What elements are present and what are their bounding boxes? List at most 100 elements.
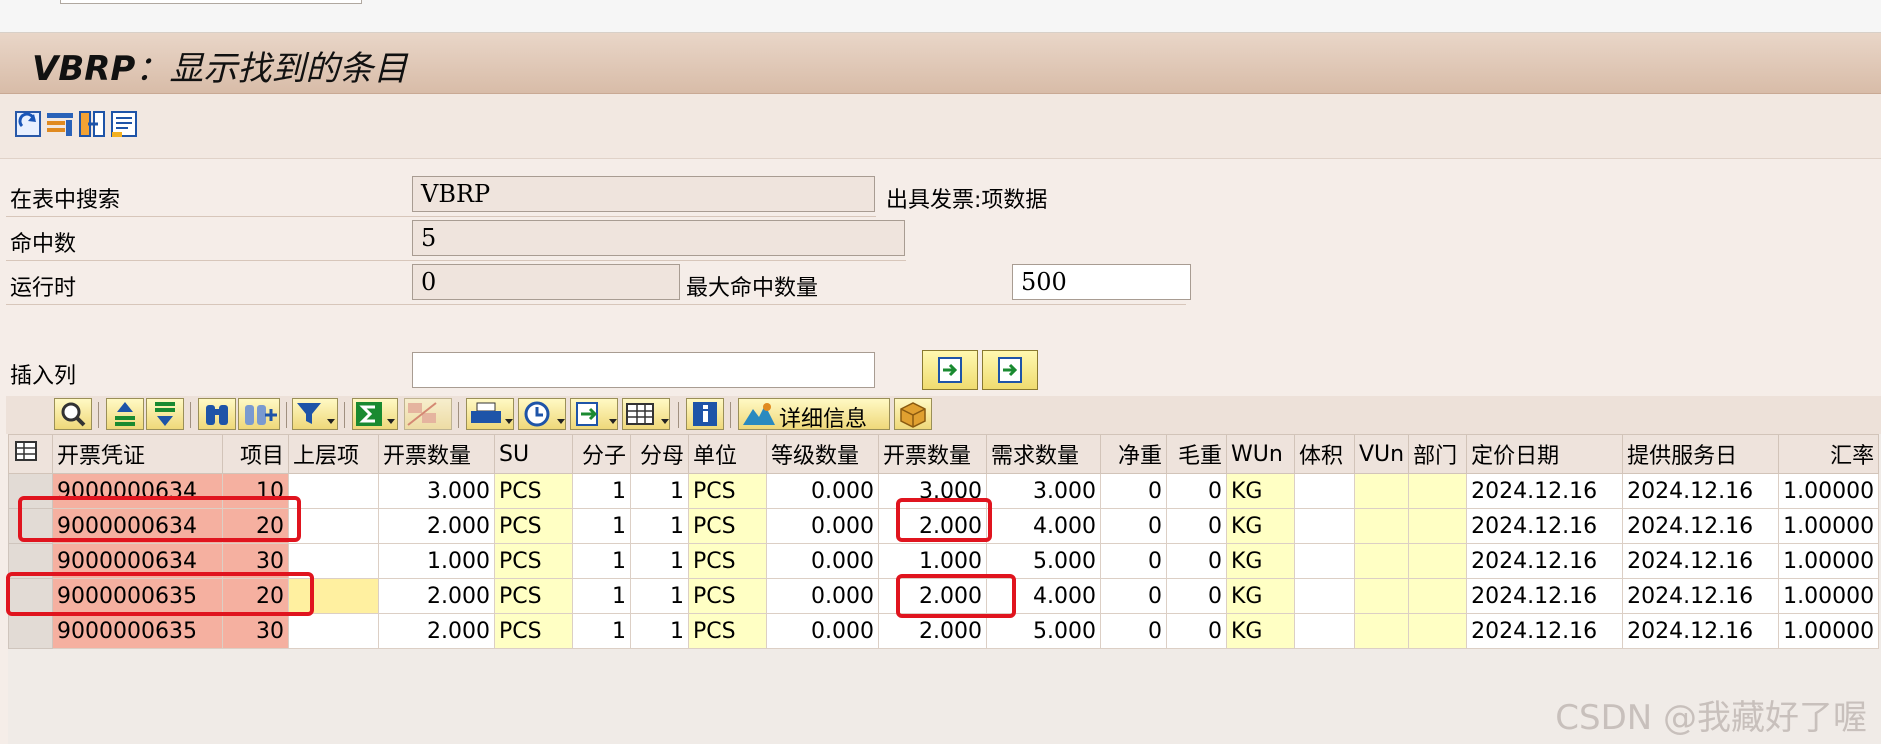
table-cell[interactable] (288, 613, 379, 649)
table-cell[interactable]: KG (1226, 473, 1295, 509)
table-cell[interactable]: 2024.12.16 (1466, 613, 1624, 649)
column-header[interactable]: 提供服务日 (1622, 434, 1780, 474)
table-cell[interactable] (1353, 578, 1410, 614)
search-table-field[interactable]: VBRP (412, 176, 875, 212)
table-cell[interactable]: KG (1226, 578, 1295, 614)
table-cell[interactable]: PCS (688, 543, 767, 579)
refresh-icon[interactable] (12, 108, 44, 140)
table-cell[interactable]: 9000000635 (52, 613, 223, 649)
max-hits-field[interactable]: 500 (1012, 264, 1191, 300)
table-cell[interactable]: 2024.12.16 (1466, 543, 1624, 579)
table-cell[interactable]: PCS (494, 473, 573, 509)
table-cell[interactable]: 2.000 (378, 578, 495, 614)
table-cell[interactable]: 2.000 (378, 613, 495, 649)
table-cell[interactable]: 2024.12.16 (1622, 578, 1780, 614)
column-header[interactable]: 汇率 (1778, 434, 1880, 474)
column-header[interactable]: 分子 (572, 434, 631, 474)
table-cell[interactable] (1353, 473, 1410, 509)
subtotal-button[interactable] (404, 398, 452, 430)
table-cell[interactable] (1294, 613, 1355, 649)
table-cell[interactable]: 1.000 (378, 543, 495, 579)
column-header[interactable]: 毛重 (1166, 434, 1227, 474)
table-cell[interactable]: 0 (1166, 543, 1227, 579)
table-row[interactable]: 9000000635 30 2.000 PCS 1 1 PCS 0.000 2.000 5.000… (8, 613, 1880, 649)
table-cell[interactable]: 2024.12.16 (1466, 508, 1624, 544)
column-header[interactable]: WUn (1226, 434, 1295, 474)
sum-button[interactable] (352, 398, 398, 430)
table-cell[interactable]: 1.00000 (1778, 578, 1880, 614)
table-cell[interactable]: 0.000 (766, 578, 879, 614)
table-cell[interactable]: 1 (630, 613, 689, 649)
export-button[interactable] (570, 398, 618, 430)
column-header[interactable]: 上层项 (288, 434, 379, 474)
column-header[interactable]: 等级数量 (766, 434, 879, 474)
table-cell[interactable]: 1 (572, 508, 631, 544)
column-header[interactable]: 开票数量 (378, 434, 495, 474)
column-select-icon[interactable] (76, 108, 108, 140)
table-cell[interactable]: 1 (572, 543, 631, 579)
table-cell[interactable]: 0 (1100, 578, 1167, 614)
table-cell[interactable] (1294, 473, 1355, 509)
column-header[interactable]: SU (494, 434, 573, 474)
table-cell[interactable]: PCS (688, 578, 767, 614)
table-cell[interactable]: PCS (494, 543, 573, 579)
table-cell[interactable]: 2024.12.16 (1622, 613, 1780, 649)
table-cell[interactable]: PCS (494, 578, 573, 614)
table-settings-icon[interactable] (44, 108, 76, 140)
table-cell[interactable] (1408, 473, 1468, 509)
find-button[interactable] (198, 398, 236, 430)
insert-column-field[interactable] (412, 352, 875, 388)
find-next-button[interactable] (238, 398, 280, 430)
table-cell[interactable] (1353, 508, 1410, 544)
table-cell[interactable] (1353, 613, 1410, 649)
table-cell[interactable]: 0 (1166, 508, 1227, 544)
table-cell[interactable]: KG (1226, 543, 1295, 579)
table-cell[interactable]: 0 (1100, 543, 1167, 579)
table-cell[interactable]: 2.000 (878, 613, 987, 649)
table-cell[interactable]: 0 (1166, 473, 1227, 509)
row-selector[interactable] (8, 613, 53, 649)
table-cell[interactable]: KG (1226, 613, 1295, 649)
insert-column-before-button[interactable] (922, 350, 978, 390)
table-cell[interactable] (288, 473, 379, 509)
table-cell[interactable]: PCS (494, 508, 573, 544)
table-cell[interactable]: 0.000 (766, 543, 879, 579)
table-cell[interactable] (1294, 578, 1355, 614)
table-cell[interactable]: PCS (494, 613, 573, 649)
table-cell[interactable]: 0.000 (766, 508, 879, 544)
table-cell[interactable]: 2024.12.16 (1622, 473, 1780, 509)
table-cell[interactable] (1294, 508, 1355, 544)
table-cell[interactable]: 2024.12.16 (1622, 543, 1780, 579)
detail-info-button[interactable]: 详细信息 (738, 398, 890, 432)
table-cell[interactable]: 0 (1166, 613, 1227, 649)
table-cell[interactable]: 1.00000 (1778, 508, 1880, 544)
table-cell[interactable]: 1.00000 (1778, 543, 1880, 579)
table-cell[interactable]: 0 (1100, 473, 1167, 509)
table-cell[interactable]: PCS (688, 613, 767, 649)
table-cell[interactable]: 1 (630, 578, 689, 614)
column-header[interactable]: 分母 (630, 434, 689, 474)
column-header[interactable]: 定价日期 (1466, 434, 1624, 474)
print-button[interactable] (466, 398, 514, 430)
table-cell[interactable]: 0 (1100, 613, 1167, 649)
column-header[interactable]: 需求数量 (986, 434, 1101, 474)
table-cell[interactable]: 1 (630, 508, 689, 544)
table-cell[interactable]: 1 (630, 543, 689, 579)
views-button[interactable] (518, 398, 566, 430)
table-cell[interactable]: 1 (572, 473, 631, 509)
table-cell[interactable]: 1 (572, 613, 631, 649)
table-cell[interactable]: 0.000 (766, 613, 879, 649)
table-cell[interactable]: 0.000 (766, 473, 879, 509)
table-cell[interactable]: 5.000 (986, 613, 1101, 649)
table-cell[interactable]: 2.000 (378, 508, 495, 544)
column-header[interactable]: VUn (1353, 434, 1410, 474)
table-cell[interactable]: 1.00000 (1778, 473, 1880, 509)
details-button[interactable] (54, 398, 92, 430)
table-cell[interactable] (288, 508, 379, 544)
column-header[interactable]: 开票凭证 (52, 434, 223, 474)
runtime-field[interactable]: 0 (412, 264, 680, 300)
info-button[interactable] (686, 398, 724, 430)
table-cell[interactable] (1408, 578, 1468, 614)
table-cell[interactable]: 2024.12.16 (1622, 508, 1780, 544)
table-cell[interactable] (1408, 543, 1468, 579)
